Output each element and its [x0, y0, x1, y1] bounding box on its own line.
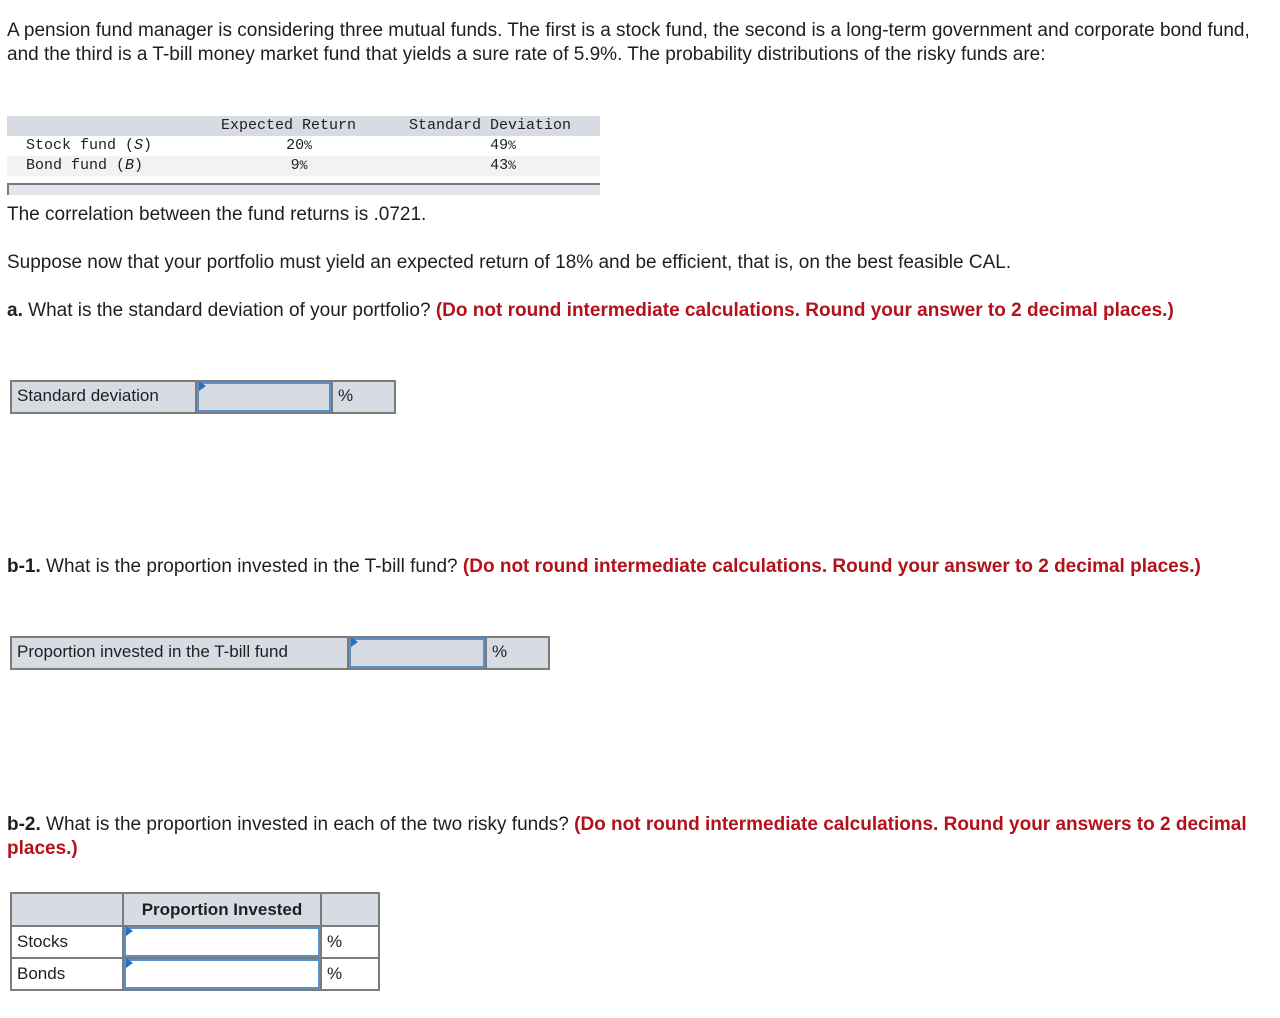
tbill-proportion-input-wrapper[interactable]: [349, 637, 485, 668]
table-row-bonds: Bonds %: [12, 957, 378, 989]
answer-row-standard-deviation: Standard deviation %: [10, 380, 396, 414]
header-proportion-invested: Proportion Invested: [124, 894, 322, 925]
table-horizontal-scrollbar[interactable]: [7, 183, 600, 195]
problem-intro: A pension fund manager is considering th…: [7, 20, 1250, 65]
question-label: b-1.: [7, 556, 41, 577]
expected-return-value: 20%: [286, 137, 312, 154]
bonds-proportion-input[interactable]: [126, 961, 318, 987]
unit-label: %: [327, 932, 343, 951]
instruction-text: (Do not round intermediate calculations.…: [435, 300, 1174, 321]
question-label: b-2.: [7, 814, 41, 835]
table-row-stocks: Stocks %: [12, 925, 378, 957]
header-expected-return: Expected Return: [221, 117, 357, 134]
table-row-stock: Stock fund (S) 20% 49%: [7, 136, 600, 156]
unit-label: %: [485, 638, 548, 668]
standard-deviation-input-wrapper[interactable]: [197, 381, 331, 412]
question-label: a.: [7, 300, 23, 321]
answer-row-tbill-proportion: Proportion invested in the T-bill fund %: [10, 636, 550, 670]
answer-label: Standard deviation: [12, 382, 197, 412]
answer-label: Proportion invested in the T-bill fund: [12, 638, 349, 668]
table-row-bond: Bond fund (B) 9% 43%: [7, 156, 600, 176]
fund-name: Stock fund (S): [26, 137, 153, 154]
tbill-proportion-input[interactable]: [351, 640, 483, 666]
row-label: Bonds: [12, 959, 124, 989]
row-label: Stocks: [12, 927, 124, 957]
suppose-text: Suppose now that your portfolio must yie…: [7, 252, 1012, 273]
std-dev-value: 43%: [490, 157, 516, 174]
fund-data-table: Expected Return Standard Deviation Stock…: [7, 116, 600, 176]
std-dev-value: 49%: [490, 137, 516, 154]
header-standard-deviation: Standard Deviation: [409, 117, 572, 134]
unit-label: %: [327, 964, 343, 983]
table-header-row: Expected Return Standard Deviation: [7, 116, 600, 136]
question-b2: b-2. What is the proportion invested in …: [7, 814, 1247, 859]
table-header-row: Proportion Invested: [12, 894, 378, 925]
fund-name: Bond fund (B): [26, 157, 144, 174]
bonds-input-wrapper[interactable]: [124, 958, 320, 989]
risky-funds-answer-table: Proportion Invested Stocks % Bonds %: [10, 892, 380, 991]
stocks-input-wrapper[interactable]: [124, 926, 320, 957]
standard-deviation-input[interactable]: [199, 384, 329, 410]
stocks-proportion-input[interactable]: [126, 929, 318, 955]
question-a: a. What is the standard deviation of you…: [7, 300, 1174, 321]
unit-label: %: [331, 382, 394, 412]
instruction-text: (Do not round intermediate calculations.…: [462, 556, 1201, 577]
question-b1: b-1. What is the proportion invested in …: [7, 556, 1201, 577]
expected-return-value: 9%: [290, 157, 308, 174]
correlation-text: The correlation between the fund returns…: [7, 204, 427, 225]
